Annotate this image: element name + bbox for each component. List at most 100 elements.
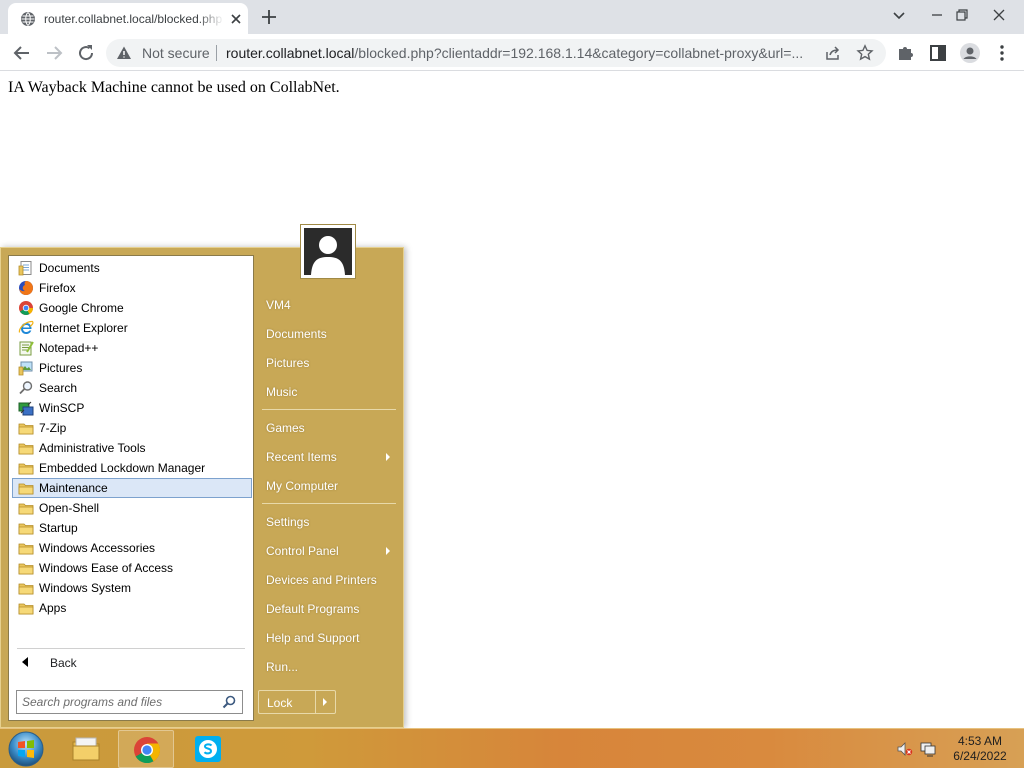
place-label: Settings — [266, 515, 310, 529]
program-label: Windows Accessories — [39, 541, 156, 555]
program-label: Notepad++ — [39, 341, 99, 355]
program-label: Windows System — [39, 581, 132, 595]
search-icon — [19, 381, 33, 395]
program-item[interactable]: Documents — [12, 258, 252, 278]
program-label: Administrative Tools — [39, 441, 146, 455]
place-help-support[interactable]: Help and Support — [260, 625, 396, 651]
close-tab-icon[interactable] — [226, 9, 246, 29]
start-search-input[interactable] — [22, 694, 217, 710]
taskbar-skype[interactable] — [180, 730, 236, 768]
program-item[interactable]: Open-Shell — [12, 498, 252, 518]
place-games[interactable]: Games — [260, 415, 396, 441]
program-item[interactable]: Administrative Tools — [12, 438, 252, 458]
place-default-programs[interactable]: Default Programs — [260, 596, 396, 622]
program-item[interactable]: Notepad++ — [12, 338, 252, 358]
place-pictures[interactable]: Pictures — [260, 350, 396, 376]
folder-icon — [18, 603, 34, 615]
start-search-box[interactable] — [16, 690, 243, 714]
back-label: Back — [50, 656, 77, 670]
browser-tab-strip: router.collabnet.local/blocked.php — [0, 0, 1024, 34]
program-item[interactable]: Windows Accessories — [12, 538, 252, 558]
lock-button[interactable]: Lock — [258, 690, 336, 714]
place-music[interactable]: Music — [260, 379, 396, 405]
minimize-icon[interactable] — [926, 4, 948, 26]
firefox-icon — [19, 281, 33, 295]
place-documents[interactable]: Documents — [260, 321, 396, 347]
start-orb-icon[interactable] — [7, 730, 45, 768]
places-divider — [262, 409, 396, 410]
globe-icon — [21, 12, 35, 26]
program-item[interactable]: Google Chrome — [12, 298, 252, 318]
place-user-folder[interactable]: VM4 — [260, 292, 396, 318]
network-icon[interactable] — [920, 741, 936, 757]
program-label: Open-Shell — [39, 501, 100, 515]
place-my-computer[interactable]: My Computer — [260, 473, 396, 499]
place-label: Default Programs — [266, 602, 360, 616]
program-label: 7-Zip — [39, 421, 67, 435]
program-item[interactable]: Startup — [12, 518, 252, 538]
speaker-muted-icon[interactable] — [897, 741, 913, 757]
place-label: Recent Items — [266, 450, 337, 464]
lock-label: Lock — [267, 696, 293, 710]
side-panel-icon[interactable] — [926, 41, 950, 65]
program-item[interactable]: Apps — [12, 598, 252, 618]
close-window-icon[interactable] — [988, 4, 1010, 26]
program-item[interactable]: 7-Zip — [12, 418, 252, 438]
address-bar[interactable]: Not secure router.collabnet.local/blocke… — [106, 39, 886, 67]
notepad-plus-plus-icon — [19, 341, 34, 356]
warning-icon[interactable] — [116, 45, 132, 61]
browser-tab[interactable]: router.collabnet.local/blocked.php — [8, 3, 248, 34]
folder-icon — [18, 423, 34, 435]
chrome-icon — [19, 301, 33, 315]
place-control-panel[interactable]: Control Panel — [260, 538, 396, 564]
tab-search-chevron-icon[interactable] — [888, 4, 910, 26]
programs-divider — [17, 648, 245, 649]
program-label: Internet Explorer — [39, 321, 128, 335]
url-text[interactable]: router.collabnet.local/blocked.php?clien… — [226, 45, 814, 61]
profile-avatar-icon[interactable] — [958, 41, 982, 65]
bookmark-star-icon[interactable] — [856, 44, 874, 62]
programs-list-panel: Documents Firefox Google Chrome Internet Ex… — [8, 255, 254, 721]
program-label: Pictures — [39, 361, 83, 375]
winscp-icon — [18, 401, 34, 416]
back-arrow-icon[interactable] — [10, 41, 34, 65]
program-item[interactable]: Windows Ease of Access — [12, 558, 252, 578]
submenu-arrow-icon — [386, 453, 390, 461]
reload-icon[interactable] — [74, 41, 98, 65]
place-run[interactable]: Run... — [260, 654, 396, 680]
program-item[interactable]: Windows System — [12, 578, 252, 598]
search-icon[interactable] — [222, 695, 236, 709]
taskbar-file-explorer[interactable] — [58, 730, 114, 768]
shutdown-options-arrow-icon[interactable] — [323, 698, 327, 706]
share-icon[interactable] — [824, 44, 842, 62]
taskbar-chrome[interactable] — [118, 730, 174, 768]
place-recent-items[interactable]: Recent Items — [260, 444, 396, 470]
internet-explorer-icon — [18, 320, 34, 334]
clock-time: 4:53 AM — [957, 734, 1003, 748]
program-item[interactable]: WinSCP — [12, 398, 252, 418]
program-item[interactable]: Embedded Lockdown Manager — [12, 458, 252, 478]
extensions-puzzle-icon[interactable] — [894, 41, 918, 65]
forward-arrow-icon[interactable] — [42, 41, 66, 65]
program-item[interactable]: Pictures — [12, 358, 252, 378]
program-item[interactable]: Maintenance — [12, 478, 252, 498]
new-tab-icon[interactable] — [258, 6, 280, 28]
program-item[interactable]: Firefox — [12, 278, 252, 298]
place-label: Documents — [266, 327, 327, 341]
back-button[interactable]: Back — [12, 652, 252, 674]
blocked-page-message: IA Wayback Machine cannot be used on Col… — [8, 79, 340, 96]
place-devices-printers[interactable]: Devices and Printers — [260, 567, 396, 593]
browser-menu-icon[interactable] — [990, 41, 1014, 65]
documents-library-icon — [18, 261, 32, 276]
clock-date: 6/24/2022 — [953, 749, 1007, 763]
restore-icon[interactable] — [951, 4, 973, 26]
security-status[interactable]: Not secure — [142, 45, 210, 61]
place-label: Help and Support — [266, 631, 360, 645]
program-item[interactable]: Internet Explorer — [12, 318, 252, 338]
pictures-library-icon — [18, 361, 33, 376]
program-item[interactable]: Search — [12, 378, 252, 398]
taskbar-clock[interactable]: 4:53 AM 6/24/2022 — [944, 734, 1016, 764]
place-settings[interactable]: Settings — [260, 509, 396, 535]
folder-icon — [18, 503, 34, 515]
user-picture[interactable] — [300, 224, 356, 279]
